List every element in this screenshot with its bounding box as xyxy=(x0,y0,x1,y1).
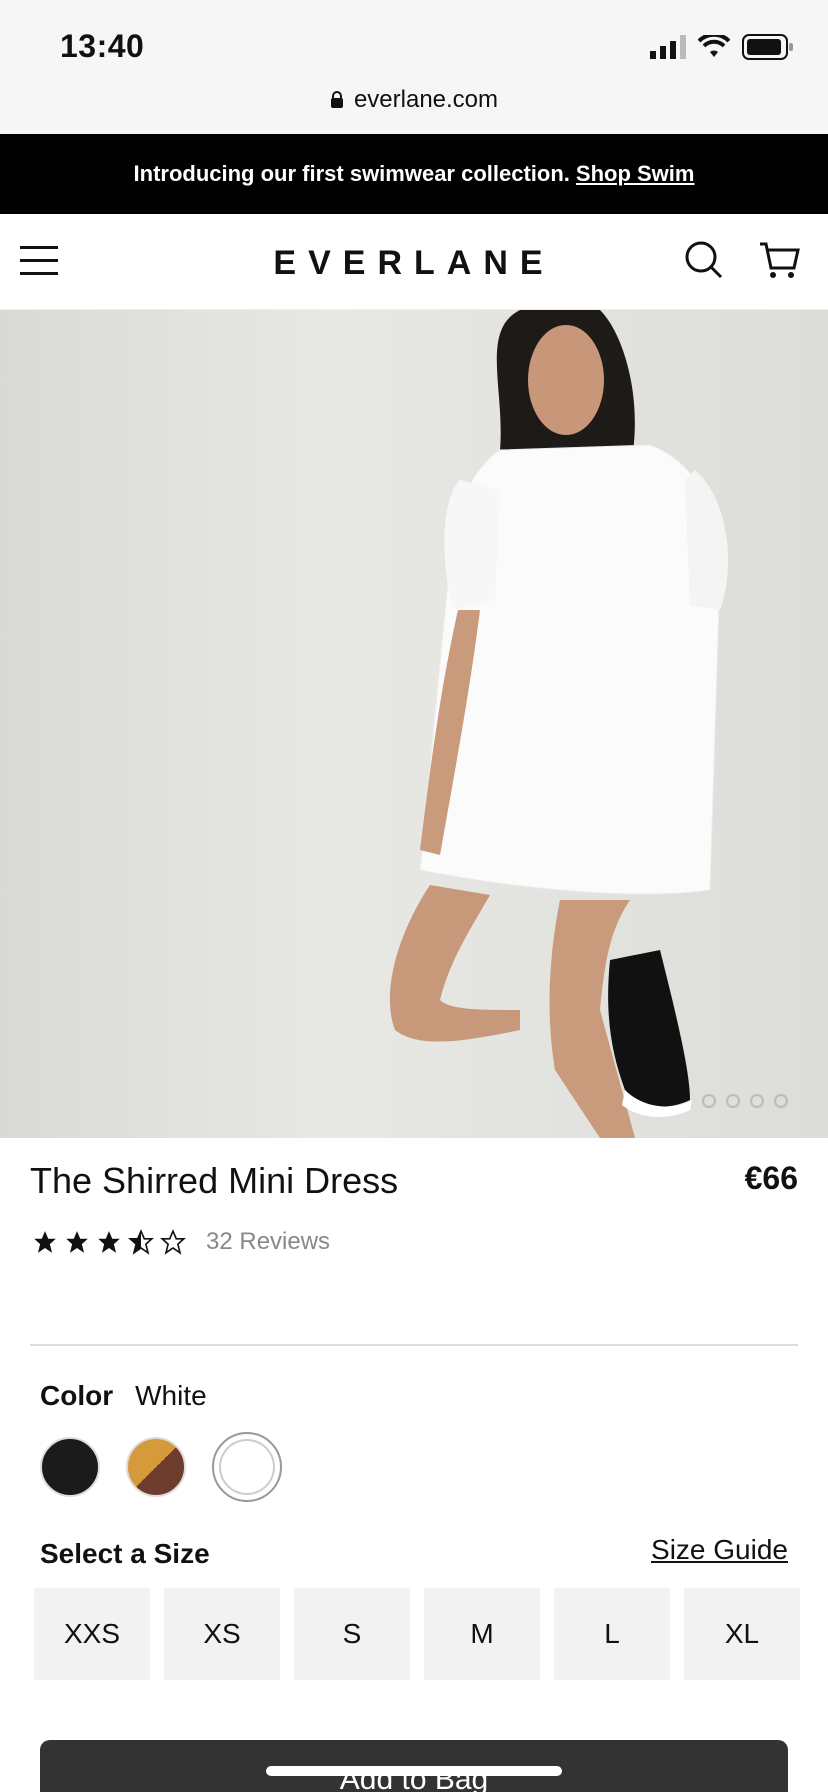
clock: 13:40 xyxy=(60,28,145,64)
carousel-dot[interactable] xyxy=(726,1094,740,1108)
size-label: Select a Size xyxy=(40,1538,210,1569)
selected-color: White xyxy=(135,1380,207,1411)
wifi-icon xyxy=(698,35,730,57)
swatch-white[interactable] xyxy=(212,1432,282,1502)
carousel-dot[interactable] xyxy=(702,1094,716,1108)
star-half-icon xyxy=(128,1229,154,1255)
lock-icon xyxy=(330,91,343,108)
promo-text: Introducing our first swimwear collectio… xyxy=(133,161,570,186)
status-icons xyxy=(650,34,794,60)
model-illustration xyxy=(389,310,728,1138)
battery-icon xyxy=(742,34,793,60)
shop-swim-link[interactable]: Shop Swim xyxy=(576,161,695,187)
size-options: XXS XS S M L XL xyxy=(34,1588,800,1680)
size-xl-button[interactable]: XL xyxy=(684,1588,800,1680)
color-row: Color White xyxy=(40,1380,207,1412)
carousel-dots[interactable] xyxy=(702,1094,788,1108)
color-label: Color xyxy=(40,1380,114,1411)
status-bar: 13:40 everlane.com xyxy=(0,0,828,134)
product-title: The Shirred Mini Dress xyxy=(30,1160,399,1201)
url-text: everlane.com xyxy=(353,86,499,113)
star-icon xyxy=(34,1231,56,1253)
color-swatches xyxy=(40,1432,282,1502)
size-guide-link[interactable]: Size Guide xyxy=(651,1534,788,1566)
reviews-link[interactable]: 32 Reviews xyxy=(206,1228,330,1256)
product-image[interactable] xyxy=(0,310,828,1138)
promo-banner: Introducing our first swimwear collectio… xyxy=(0,134,828,214)
size-m-button[interactable]: M xyxy=(424,1588,540,1680)
star-icon xyxy=(98,1231,120,1253)
swatch-black[interactable] xyxy=(40,1437,100,1497)
swatch-brown[interactable] xyxy=(126,1437,186,1497)
address-bar[interactable]: everlane.com xyxy=(0,86,828,114)
star-empty-icon xyxy=(160,1229,186,1255)
signal-icon xyxy=(650,35,686,59)
divider xyxy=(30,1344,798,1346)
size-l-button[interactable]: L xyxy=(554,1588,670,1680)
star-icon xyxy=(66,1231,88,1253)
carousel-dot[interactable] xyxy=(750,1094,764,1108)
search-icon[interactable] xyxy=(684,240,724,280)
product-price: €66 xyxy=(744,1160,798,1196)
cart-icon[interactable] xyxy=(758,240,800,280)
home-indicator xyxy=(266,1766,562,1776)
size-xs-button[interactable]: XS xyxy=(164,1588,280,1680)
rating[interactable]: 32 Reviews xyxy=(32,1228,330,1256)
size-s-button[interactable]: S xyxy=(294,1588,410,1680)
site-header: EVERLANE xyxy=(0,214,828,310)
carousel-dot[interactable] xyxy=(774,1094,788,1108)
size-xxs-button[interactable]: XXS xyxy=(34,1588,150,1680)
